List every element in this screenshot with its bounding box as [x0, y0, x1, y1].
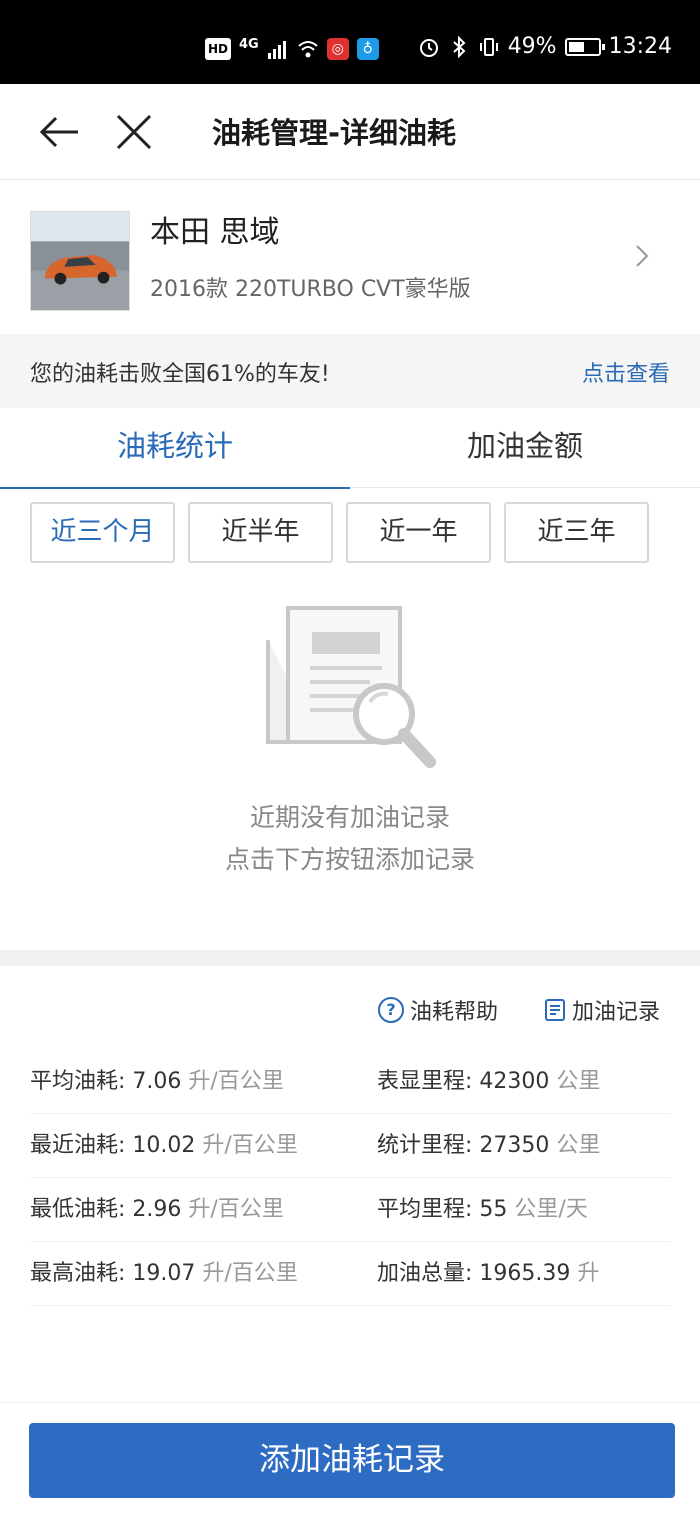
- car-name: 本田 思域: [150, 215, 280, 250]
- period-half-year[interactable]: 近半年: [188, 502, 333, 563]
- bottom-bar: 添加油耗记录: [0, 1402, 700, 1516]
- clock: 13:24: [608, 34, 672, 59]
- nav-bar: 油耗管理-详细油耗: [0, 84, 700, 180]
- chevron-right-icon: [636, 245, 649, 267]
- wifi-icon: [298, 41, 318, 58]
- fuel-records-link[interactable]: 加油记录: [544, 994, 660, 1026]
- stat-recent-consumption: 最近油耗: 10.02 升/百公里: [30, 1133, 298, 1158]
- stat-avg-consumption: 平均油耗: 7.06 升/百公里: [30, 1069, 284, 1094]
- view-rank-link[interactable]: 点击查看: [582, 356, 670, 388]
- signal-icon: [267, 41, 286, 59]
- period-filter: 近三个月 近半年 近一年 近三年: [30, 502, 649, 563]
- add-fuel-record-button[interactable]: 添加油耗记录: [29, 1423, 675, 1498]
- rank-text: 您的油耗击败全国61%的车友!: [30, 362, 330, 387]
- fuel-help-label: 油耗帮助: [410, 1000, 499, 1025]
- empty-state-hint: 点击下方按钮添加记录: [224, 845, 475, 874]
- document-list-icon: [545, 999, 565, 1021]
- period-1-year[interactable]: 近一年: [346, 502, 491, 563]
- close-icon[interactable]: [112, 110, 156, 154]
- empty-state-title: 近期没有加油记录: [249, 803, 450, 832]
- period-3-months[interactable]: 近三个月: [30, 502, 175, 563]
- stats-row: 最高油耗: 19.07 升/百公里 加油总量: 1965.39 升: [30, 1242, 670, 1306]
- empty-document-search-icon: [266, 606, 436, 768]
- period-3-years[interactable]: 近三年: [504, 502, 649, 563]
- alarm-icon: [419, 38, 438, 57]
- network-label: 4G: [239, 36, 259, 52]
- battery-icon: [564, 37, 605, 56]
- stat-max-consumption: 最高油耗: 19.07 升/百公里: [30, 1261, 298, 1286]
- status-bar: HD 4G ◎ ♁ 49% 13:24: [0, 0, 700, 84]
- vibrate-icon: [479, 37, 498, 56]
- stats-grid: 平均油耗: 7.06 升/百公里 表显里程: 42300 公里 最近油耗: 10…: [30, 1050, 670, 1306]
- bluetooth-icon: [453, 35, 466, 58]
- tab-fuel-amount[interactable]: 加油金额: [350, 408, 700, 488]
- tab-bar: 油耗统计 加油金额: [0, 408, 700, 489]
- bulb-notification-icon: ♁: [356, 38, 379, 60]
- arrow-left-icon[interactable]: [38, 110, 82, 154]
- car-thumbnail: [30, 211, 130, 311]
- tab-fuel-stats[interactable]: 油耗统计: [0, 408, 350, 489]
- car-model: 2016款 220TURBO CVT豪华版: [150, 277, 471, 302]
- battery-percent: 49%: [507, 34, 557, 59]
- page-title: 油耗管理-详细油耗: [212, 116, 457, 150]
- stats-row: 最近油耗: 10.02 升/百公里 统计里程: 27350 公里: [30, 1114, 670, 1178]
- hd-badge: HD: [205, 38, 232, 60]
- stat-tracked-mileage: 统计里程: 27350 公里: [377, 1133, 601, 1158]
- stats-row: 平均油耗: 7.06 升/百公里 表显里程: 42300 公里: [30, 1050, 670, 1114]
- stat-min-consumption: 最低油耗: 2.96 升/百公里: [30, 1197, 284, 1222]
- help-row: ? 油耗帮助 加油记录: [0, 966, 700, 1046]
- stat-avg-mileage: 平均里程: 55 公里/天: [377, 1197, 588, 1222]
- stats-row: 最低油耗: 2.96 升/百公里 平均里程: 55 公里/天: [30, 1178, 670, 1242]
- car-info-row[interactable]: 本田 思域 2016款 220TURBO CVT豪华版: [0, 181, 700, 334]
- stat-odometer: 表显里程: 42300 公里: [377, 1069, 601, 1094]
- fuel-help-link[interactable]: ? 油耗帮助: [378, 994, 498, 1026]
- question-icon: ?: [378, 997, 404, 1023]
- stat-total-fuel: 加油总量: 1965.39 升: [377, 1261, 600, 1286]
- status-left-icons: HD 4G ◎ ♁: [205, 36, 379, 60]
- rank-banner: 您的油耗击败全国61%的车友! 点击查看: [0, 334, 700, 408]
- section-divider: [0, 950, 700, 966]
- fuel-records-label: 加油记录: [572, 1000, 661, 1025]
- app-notification-icon: ◎: [326, 38, 349, 60]
- status-right-icons: 49% 13:24: [418, 34, 672, 59]
